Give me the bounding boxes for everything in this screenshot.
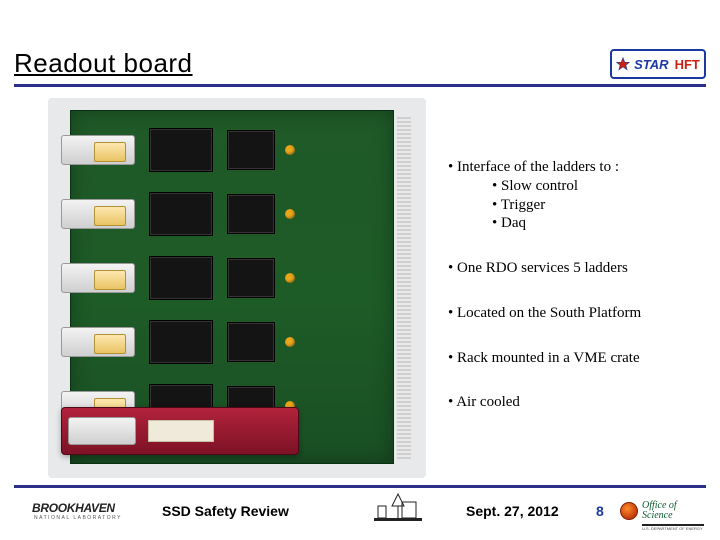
bullet-1a-text: Slow control [501,178,578,194]
bullet-4: • Rack mounted in a VME crate [448,349,698,368]
star-hft-logo: STAR HFT [610,49,706,79]
bullet-1: • Interface of the ladders to : [448,158,698,177]
asic-chip-icon [227,322,275,362]
capacitor-icon [285,273,295,283]
footer-page-number: 8 [596,503,604,519]
fpga-chip-icon [149,128,213,172]
daughter-card [61,407,299,455]
bullet-1c-text: Daq [501,215,526,231]
footer-review: SSD Safety Review [162,503,289,519]
channel-row [71,121,393,179]
label-sticker-icon [148,420,214,442]
page-title: Readout board [14,48,193,79]
doe-text: U.S. DEPARTMENT OF ENERGY [642,526,703,531]
bullet-1b-text: Trigger [501,197,545,213]
bullet-2: • One RDO services 5 ladders [448,259,698,278]
bullet-3-text: Located on the South Platform [457,305,641,321]
title-row: Readout board STAR HFT [14,48,706,79]
star-text: STAR [634,57,668,72]
sfp-cage-icon [68,417,136,445]
sfp-cage-icon [61,327,135,357]
sfp-cage-icon [61,135,135,165]
institution-logo [372,492,424,524]
bullet-1a: • Slow control [492,177,698,196]
spacer [448,367,698,393]
bullet-4-text: Rack mounted in a VME crate [457,350,640,366]
bullet-2-text: One RDO services 5 ladders [457,260,628,276]
footer: BROOKHAVEN NATIONAL LABORATORY SSD Safet… [0,496,720,526]
pcb [70,110,394,464]
spacer [448,233,698,259]
bullet-5-text: Air cooled [456,394,520,410]
bullet-3: • Located on the South Platform [448,304,698,323]
brookhaven-subtext: NATIONAL LABORATORY [34,515,122,521]
sfp-cage-icon [61,199,135,229]
brookhaven-logo: BROOKHAVEN NATIONAL LABORATORY [32,499,142,523]
footer-date: Sept. 27, 2012 [466,503,559,519]
asic-chip-icon [227,258,275,298]
capacitor-icon [285,337,295,347]
footer-divider [14,485,706,488]
sfp-cage-icon [61,263,135,293]
bullet-1c: • Daq [492,214,698,233]
spacer [448,323,698,349]
title-divider [14,84,706,87]
star-icon [616,57,630,71]
fpga-chip-icon [149,192,213,236]
spacer [448,278,698,304]
asic-chip-icon [227,130,275,170]
fpga-chip-icon [149,256,213,300]
bullet-1-text: Interface of the ladders to : [457,159,619,175]
capacitor-icon [285,145,295,155]
capacitor-icon [285,209,295,219]
slide: Readout board STAR HFT • Interface of th… [0,0,720,540]
channel-row [71,185,393,243]
readout-board-image [48,98,426,478]
channel-row [71,249,393,307]
bullet-5: • Air cooled [448,393,698,412]
fpga-chip-icon [149,320,213,364]
building-icon [372,492,424,524]
hft-text: HFT [675,57,700,72]
channel-row [71,313,393,371]
office-of-science-logo: Office of Science U.S. DEPARTMENT OF ENE… [620,499,706,523]
asic-chip-icon [227,194,275,234]
doe-seal-icon [620,502,638,520]
star-logo: STAR [616,57,668,72]
brookhaven-text: BROOKHAVEN [32,501,122,515]
bullet-list: • Interface of the ladders to : • Slow c… [448,158,698,412]
science-bottom: Science [642,511,677,521]
science-text: Office of Science [642,501,677,521]
bullet-1b: • Trigger [492,196,698,215]
